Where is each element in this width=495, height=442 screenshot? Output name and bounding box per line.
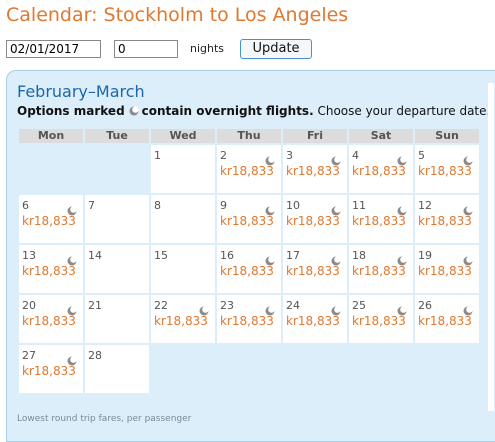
calendar-day-cell[interactable]: 9 kr18,833	[217, 195, 281, 243]
day-number: 20	[22, 299, 36, 312]
day-number: 8	[154, 199, 161, 212]
day-number: 6	[22, 199, 29, 212]
fare-price-link[interactable]: kr18,833	[418, 264, 472, 278]
fare-price-link[interactable]: kr18,833	[352, 214, 406, 228]
calendar-day-cell[interactable]: 12 kr18,833	[415, 195, 479, 243]
fare-footnote: Lowest round trip fares, per passenger	[17, 414, 192, 424]
fare-price-link[interactable]: kr18,833	[286, 314, 340, 328]
day-number: 3	[286, 149, 293, 162]
fare-price-link[interactable]: kr18,833	[22, 264, 76, 278]
calendar-day-cell[interactable]: 23 kr18,833	[217, 295, 281, 343]
day-number: 24	[286, 299, 300, 312]
legend-bold-suffix: contain overnight flights.	[141, 104, 314, 118]
calendar-day-cell[interactable]: 18 kr18,833	[349, 245, 413, 293]
calendar-day-cell[interactable]: 6 kr18,833	[19, 195, 83, 243]
day-number: 11	[352, 199, 366, 212]
calendar-day-cell[interactable]: 26 kr18,833	[415, 295, 479, 343]
calendar-day-cell[interactable]: 4 kr18,833	[349, 145, 413, 193]
fare-price-link[interactable]: kr18,833	[352, 314, 406, 328]
day-number: 12	[418, 199, 432, 212]
fare-price-link[interactable]: kr18,833	[418, 314, 472, 328]
calendar-day-cell: 14	[85, 245, 149, 293]
fare-price-link[interactable]: kr18,833	[22, 364, 76, 378]
day-number: 14	[88, 249, 102, 262]
fare-price-link[interactable]: kr18,833	[418, 164, 472, 178]
calendar-day-cell[interactable]: 17 kr18,833	[283, 245, 347, 293]
calendar-day-cell: 8	[151, 195, 215, 243]
day-number: 5	[418, 149, 425, 162]
fare-price-link[interactable]: kr18,833	[22, 214, 76, 228]
next-month-edge	[488, 83, 494, 411]
day-number: 15	[154, 249, 168, 262]
fare-price-link[interactable]: kr18,833	[220, 264, 274, 278]
calendar-day-cell[interactable]: 27 kr18,833	[19, 345, 83, 393]
nights-input[interactable]	[114, 40, 178, 58]
day-number: 28	[88, 349, 102, 362]
calendar-day-cell[interactable]: 16 kr18,833	[217, 245, 281, 293]
day-number: 9	[220, 199, 227, 212]
day-number: 27	[22, 349, 36, 362]
departure-date-input[interactable]	[6, 40, 101, 58]
legend-tail: Choose your departure date.	[313, 104, 491, 118]
day-number: 7	[88, 199, 95, 212]
legend-prefix: Options marked	[17, 104, 125, 118]
calendar-day-cell[interactable]: 2 kr18,833	[217, 145, 281, 193]
calendar-day-cell: 28	[85, 345, 149, 393]
calendar-day-cell: 7	[85, 195, 149, 243]
weekday-mon: Mon	[19, 129, 83, 143]
fare-price-link[interactable]: kr18,833	[352, 164, 406, 178]
fare-price-link[interactable]: kr18,833	[220, 314, 274, 328]
day-number: 17	[286, 249, 300, 262]
weekday-tue: Tue	[85, 129, 149, 143]
day-number: 21	[88, 299, 102, 312]
weekday-fri: Fri	[283, 129, 347, 143]
calendar-day-cell[interactable]: 24 kr18,833	[283, 295, 347, 343]
day-number: 23	[220, 299, 234, 312]
day-number: 22	[154, 299, 168, 312]
day-number: 18	[352, 249, 366, 262]
month-title: February–March	[17, 82, 145, 101]
calendar-panel: February–March Options marked contain ove…	[6, 70, 495, 442]
update-button[interactable]: Update	[240, 39, 312, 59]
calendar-day-cell[interactable]: 25 kr18,833	[349, 295, 413, 343]
fare-price-link[interactable]: kr18,833	[22, 314, 76, 328]
calendar-day-cell[interactable]: 13 kr18,833	[19, 245, 83, 293]
day-number: 1	[154, 149, 161, 162]
day-number: 26	[418, 299, 432, 312]
calendar-day-cell[interactable]: 11 kr18,833	[349, 195, 413, 243]
fare-price-link[interactable]: kr18,833	[352, 264, 406, 278]
weekday-wed: Wed	[151, 129, 215, 143]
calendar-day-cell[interactable]: 10 kr18,833	[283, 195, 347, 243]
overnight-legend: Options marked contain overnight flights.…	[17, 104, 490, 118]
calendar-day-cell: 1	[151, 145, 215, 193]
weekday-sat: Sat	[349, 129, 413, 143]
calendar-day-cell[interactable]: 5 kr18,833	[415, 145, 479, 193]
fare-price-link[interactable]: kr18,833	[286, 264, 340, 278]
fare-price-link[interactable]: kr18,833	[418, 214, 472, 228]
fare-price-link[interactable]: kr18,833	[286, 214, 340, 228]
calendar-day-cell: 15	[151, 245, 215, 293]
day-number: 25	[352, 299, 366, 312]
day-number: 10	[286, 199, 300, 212]
page-title: Calendar: Stockholm to Los Angeles	[6, 4, 349, 26]
day-number: 13	[22, 249, 36, 262]
weekday-sun: Sun	[415, 129, 479, 143]
calendar-day-cell[interactable]: 22 kr18,833	[151, 295, 215, 343]
calendar-day-cell[interactable]: 20 kr18,833	[19, 295, 83, 343]
day-number: 16	[220, 249, 234, 262]
day-number: 4	[352, 149, 359, 162]
calendar-day-cell[interactable]: 19 kr18,833	[415, 245, 479, 293]
nights-label: nights	[190, 42, 225, 55]
day-number: 2	[220, 149, 227, 162]
fare-price-link[interactable]: kr18,833	[154, 314, 208, 328]
fare-price-link[interactable]: kr18,833	[220, 214, 274, 228]
day-number: 19	[418, 249, 432, 262]
calendar-day-cell[interactable]: 3 kr18,833	[283, 145, 347, 193]
moon-icon	[129, 106, 139, 116]
fare-price-link[interactable]: kr18,833	[220, 164, 274, 178]
fare-price-link[interactable]: kr18,833	[286, 164, 340, 178]
calendar-day-cell: 21	[85, 295, 149, 343]
weekday-thu: Thu	[217, 129, 281, 143]
